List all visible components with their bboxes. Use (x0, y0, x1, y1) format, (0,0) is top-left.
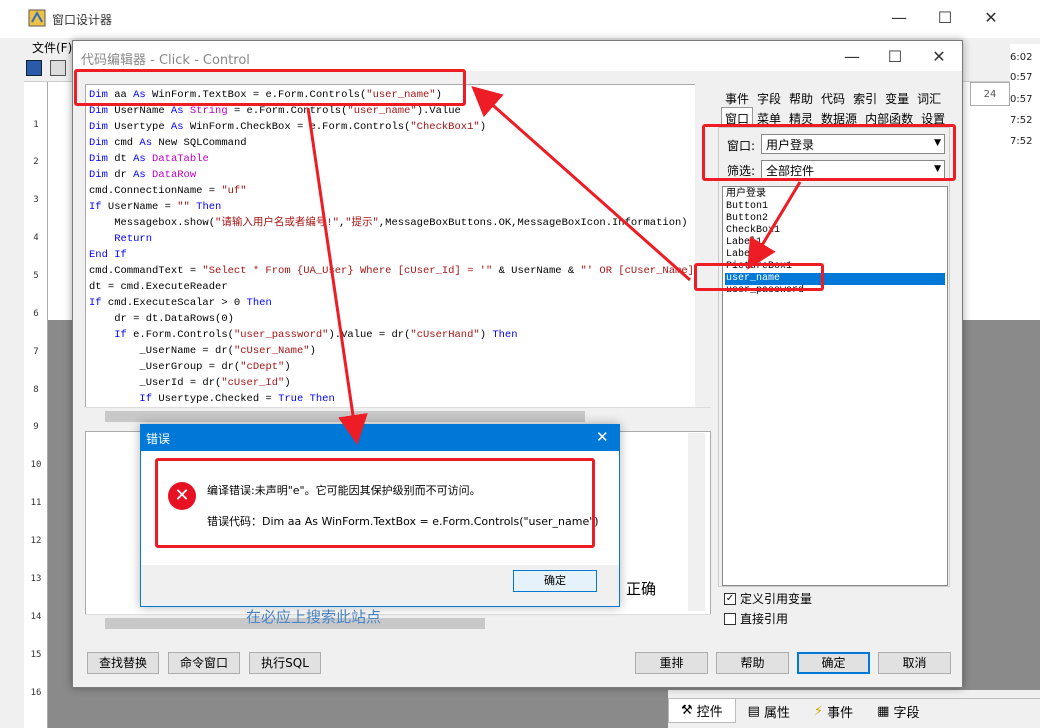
arrow-to-error (306, 107, 368, 445)
annotation-arrows (306, 86, 802, 445)
arrow-to-user-name (747, 181, 802, 270)
arrow-to-code-line (471, 86, 691, 282)
